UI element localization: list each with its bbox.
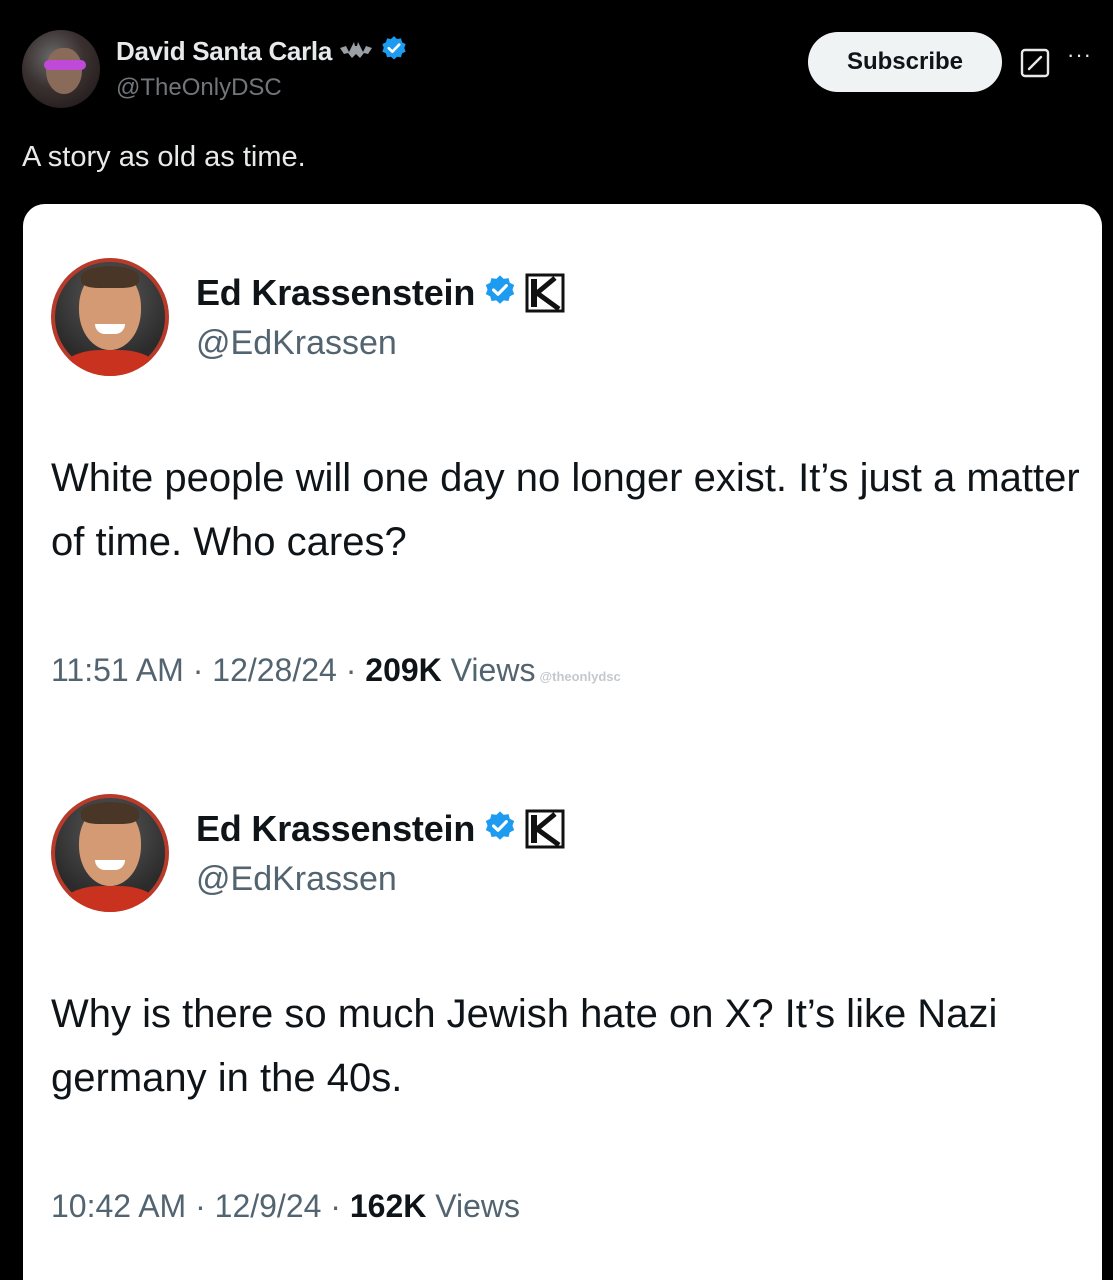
tweet-text: White people will one day no longer exis… bbox=[51, 456, 1080, 564]
affiliate-k-icon bbox=[525, 809, 565, 849]
avatar-shirt bbox=[65, 886, 155, 912]
author-name-row: David Santa Carla bbox=[116, 34, 408, 68]
tweet-time: 10:42 AM bbox=[51, 1188, 187, 1224]
watermark-text: @theonlydsc bbox=[539, 669, 621, 684]
tweet-date: 12/28/24 bbox=[212, 652, 337, 688]
tweet-author-row: Ed Krassenstein bbox=[196, 270, 565, 316]
avatar-shirt bbox=[65, 350, 155, 376]
post-text: A story as old as time. bbox=[22, 141, 306, 173]
tweet-author-name: Ed Krassenstein bbox=[196, 272, 476, 313]
verified-badge-icon bbox=[380, 35, 408, 68]
tweet-author-row: Ed Krassenstein bbox=[196, 806, 565, 852]
verified-badge-icon bbox=[483, 274, 517, 313]
bat-icon bbox=[340, 42, 372, 60]
avatar-hair bbox=[81, 802, 139, 824]
tweet-views-count: 162K bbox=[349, 1188, 427, 1224]
verified-badge-icon bbox=[483, 810, 517, 849]
tweet-author-handle: @EdKrassen bbox=[196, 860, 397, 898]
post-header: David Santa Carla @TheOnlyDSC Subscribe … bbox=[22, 28, 1097, 108]
grok-icon[interactable] bbox=[1020, 48, 1050, 78]
tweet-text: Why is there so much Jewish hate on X? I… bbox=[51, 992, 998, 1100]
tweet-views-label: Views bbox=[450, 652, 536, 688]
subscribe-button[interactable]: Subscribe bbox=[808, 32, 1002, 92]
embedded-screenshot-card: Ed Krassenstein @EdKrassen White people … bbox=[23, 204, 1102, 1280]
tweet-meta: 10:42 AM · 12/9/24 · 162K Views bbox=[51, 1188, 521, 1224]
tweet-author-name: Ed Krassenstein bbox=[196, 808, 476, 849]
affiliate-k-icon bbox=[525, 273, 565, 313]
more-icon[interactable]: ··· bbox=[1067, 42, 1092, 68]
tweet-views-count: 209K bbox=[365, 652, 442, 688]
avatar-glasses bbox=[44, 60, 86, 70]
tweet-author-handle: @EdKrassen bbox=[196, 324, 397, 362]
tweet-date: 12/9/24 bbox=[214, 1188, 322, 1224]
author-handle[interactable]: @TheOnlyDSC bbox=[116, 74, 282, 102]
avatar-face bbox=[46, 48, 82, 94]
avatar bbox=[51, 258, 169, 376]
avatar[interactable] bbox=[22, 30, 100, 108]
avatar bbox=[51, 794, 169, 912]
tweet-time: 11:51 AM bbox=[51, 652, 184, 688]
tweet-views-label: Views bbox=[435, 1188, 521, 1224]
avatar-hair bbox=[81, 266, 139, 288]
author-name[interactable]: David Santa Carla bbox=[116, 36, 332, 67]
tweet-meta: 11:51 AM · 12/28/24 · 209K Views @theonly… bbox=[51, 652, 621, 688]
